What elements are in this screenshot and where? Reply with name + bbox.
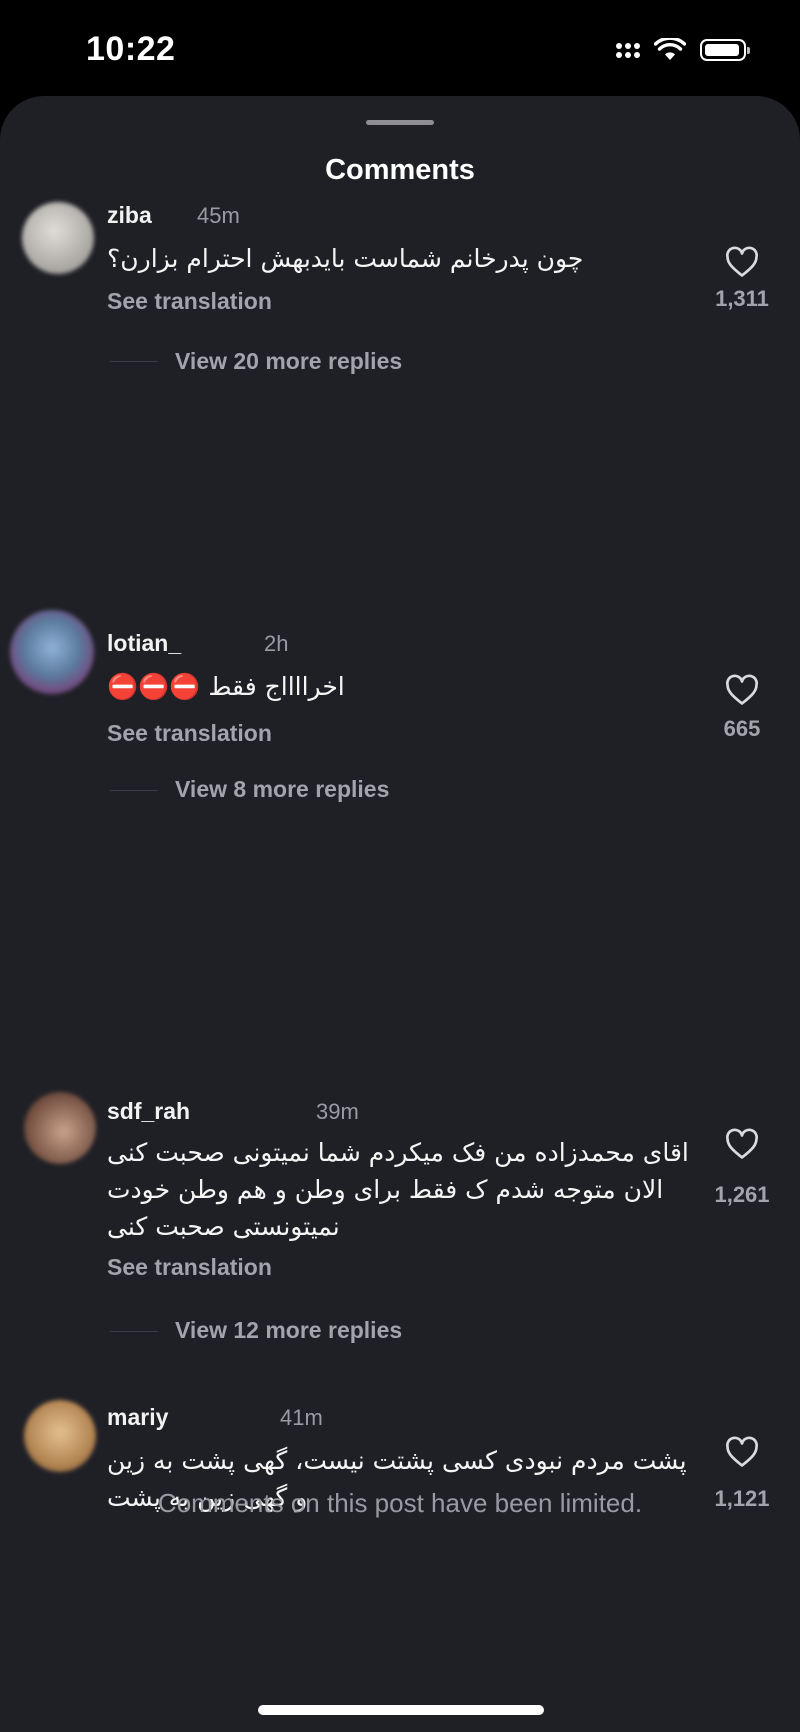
sheet-title: Comments <box>325 154 475 186</box>
heart-icon[interactable] <box>725 246 759 278</box>
avatar[interactable] <box>24 1092 96 1164</box>
comment-username[interactable]: mariy <box>107 1404 168 1431</box>
comment-time: 39m <box>316 1099 359 1124</box>
comment-text: چون پدرخانم شماست بایدبهش احترام بزارن؟ <box>107 244 584 273</box>
see-translation-link[interactable]: See translation <box>107 1254 272 1281</box>
view-replies-button[interactable]: View 12 more replies <box>175 1317 402 1344</box>
comments-limited-notice: Comments on this post have been limited. <box>157 1488 643 1518</box>
comment-text: اقای محمدزاده من فک میکردم شما نمیتونی ص… <box>107 1138 689 1241</box>
comment-username[interactable]: sdf_rah <box>107 1098 190 1125</box>
view-replies-button[interactable]: View 20 more replies <box>175 348 402 375</box>
replies-divider <box>110 1331 158 1332</box>
comment-time: 2h <box>264 631 289 656</box>
sheet-grabber-handle[interactable] <box>366 120 434 125</box>
battery-icon <box>700 39 750 61</box>
comment-username[interactable]: ziba <box>107 202 152 229</box>
see-translation-link[interactable]: See translation <box>107 288 272 315</box>
status-icons <box>616 38 750 62</box>
wifi-icon <box>654 38 686 60</box>
comment-username[interactable]: lotian_ <box>107 630 181 657</box>
replies-divider <box>110 361 158 362</box>
view-replies-button[interactable]: View 8 more replies <box>175 776 389 803</box>
comment-time: 45m <box>197 203 240 228</box>
heart-icon[interactable] <box>725 1128 759 1160</box>
like-count: 665 <box>723 716 761 741</box>
screen: 10:22 Comments ziba 45m چون پدرخانم شماس… <box>0 0 800 1732</box>
avatar[interactable] <box>22 202 94 274</box>
comment-time: 41m <box>280 1405 323 1430</box>
avatar[interactable] <box>10 610 94 694</box>
like-count: 1,261 <box>714 1182 770 1207</box>
home-indicator[interactable] <box>258 1705 544 1715</box>
like-count: 1,311 <box>715 286 769 311</box>
cellular-signal-icon <box>616 42 640 58</box>
comment-text: اخرااااج فقط ⛔⛔⛔ <box>107 672 345 701</box>
status-time: 10:22 <box>86 30 176 68</box>
status-bar: 10:22 <box>0 0 800 100</box>
avatar[interactable] <box>24 1400 96 1472</box>
see-translation-link[interactable]: See translation <box>107 720 272 747</box>
comments-sheet: Comments ziba 45m چون پدرخانم شماست باید… <box>0 96 800 1732</box>
replies-divider <box>110 790 158 791</box>
heart-icon[interactable] <box>725 1436 759 1468</box>
heart-icon[interactable] <box>725 674 759 706</box>
